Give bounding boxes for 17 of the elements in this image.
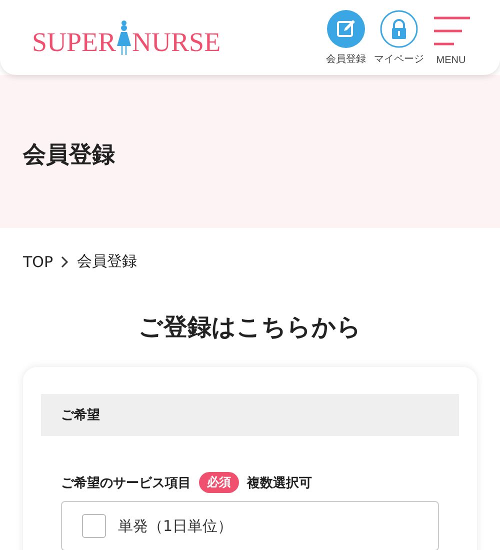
form-section-header: ご希望 — [41, 394, 459, 436]
field-label: ご希望のサービス項目 — [61, 474, 191, 492]
option-label[interactable]: 単発（1日単位） — [118, 516, 233, 536]
breadcrumb-current: 会員登録 — [77, 252, 138, 271]
breadcrumb-link[interactable]: TOP — [23, 252, 54, 270]
nurse-figure-icon — [117, 20, 132, 56]
chevron-icon — [61, 256, 70, 268]
lock-icon — [380, 10, 418, 48]
required-badge: 必須 — [199, 472, 239, 493]
signup-button[interactable]: 会員登録 — [326, 10, 366, 66]
field-note: 複数選択可 — [247, 474, 312, 492]
checkbox[interactable] — [82, 514, 106, 538]
mypage-button[interactable]: マイページ — [374, 10, 424, 66]
menu-button[interactable]: MENU — [432, 12, 470, 66]
section-heading: ご登録はこちらから — [138, 312, 362, 343]
edit-icon — [327, 10, 365, 48]
page-title: 会員登録 — [23, 141, 115, 170]
